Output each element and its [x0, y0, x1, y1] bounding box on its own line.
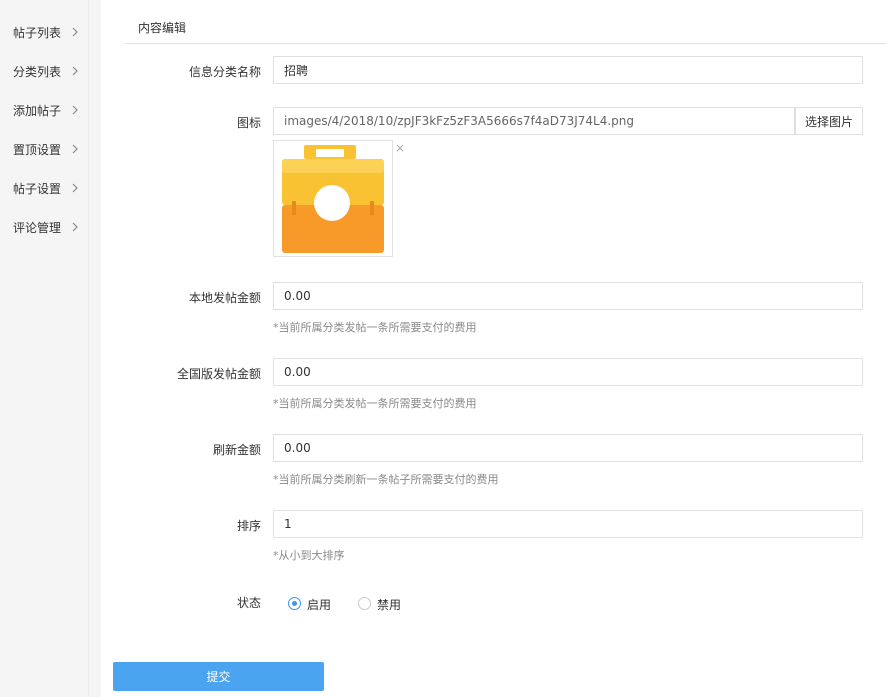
status-disabled-label[interactable]: 禁用	[377, 596, 401, 613]
local-fee-input[interactable]: 0.00	[273, 282, 863, 310]
sort-label: 排序	[236, 519, 261, 533]
status-disabled-radio[interactable]	[358, 597, 371, 610]
chevron-right-icon	[72, 183, 78, 193]
refresh-fee-label: 刷新金额	[212, 443, 261, 457]
name-label: 信息分类名称	[188, 65, 261, 79]
sidebar: 帖子列表 分类列表 添加帖子 置顶设置 帖子设置 评论管理	[0, 0, 89, 697]
national-fee-input[interactable]: 0.00	[273, 358, 863, 386]
sidebar-item-label: 置顶设置	[13, 143, 62, 157]
refresh-fee-input[interactable]: 0.00	[273, 434, 863, 462]
sidebar-item-comment-management[interactable]: 评论管理	[0, 208, 89, 247]
chevron-right-icon	[72, 27, 78, 37]
sidebar-item-add-post[interactable]: 添加帖子	[0, 91, 89, 130]
status-label: 状态	[236, 596, 261, 610]
status-enabled-label[interactable]: 启用	[307, 596, 331, 613]
sort-input[interactable]: 1	[273, 510, 863, 538]
sidebar-item-post-list[interactable]: 帖子列表	[0, 13, 89, 52]
chevron-right-icon	[72, 66, 78, 76]
icon-preview	[273, 140, 393, 257]
sidebar-item-label: 帖子设置	[13, 182, 62, 196]
main-panel: 内容编辑 信息分类名称 招聘 图标 images/4/2018/10/zpJF3…	[101, 0, 886, 697]
status-enabled-radio[interactable]	[288, 597, 301, 610]
page-title: 内容编辑	[138, 21, 187, 35]
chevron-right-icon	[72, 105, 78, 115]
sort-hint: *从小到大排序	[273, 549, 345, 562]
national-fee-hint: *当前所属分类发帖一条所需要支付的费用	[273, 397, 477, 410]
icon-path-input[interactable]: images/4/2018/10/zpJF3kFz5zF3A5666s7f4aD…	[273, 107, 795, 135]
remove-image-icon[interactable]: ×	[395, 141, 405, 155]
sidebar-item-label: 评论管理	[13, 221, 62, 235]
submit-button[interactable]: 提交	[113, 662, 324, 691]
local-fee-hint: *当前所属分类发帖一条所需要支付的费用	[273, 321, 477, 334]
sidebar-item-label: 添加帖子	[13, 104, 62, 118]
panel-header: 内容编辑	[125, 9, 886, 44]
local-fee-label: 本地发帖金额	[188, 291, 261, 305]
briefcase-icon	[282, 145, 384, 253]
national-fee-label: 全国版发帖金额	[176, 367, 261, 381]
chevron-right-icon	[72, 222, 78, 232]
refresh-fee-hint: *当前所属分类刷新一条帖子所需要支付的费用	[273, 473, 499, 486]
sidebar-item-pin-settings[interactable]: 置顶设置	[0, 130, 89, 169]
sidebar-item-label: 分类列表	[13, 65, 62, 79]
choose-image-button[interactable]: 选择图片	[795, 107, 863, 135]
sidebar-item-category-list[interactable]: 分类列表	[0, 52, 89, 91]
icon-label: 图标	[236, 116, 261, 130]
category-name-input[interactable]: 招聘	[273, 56, 863, 84]
chevron-right-icon	[72, 144, 78, 154]
sidebar-item-label: 帖子列表	[13, 26, 62, 40]
sidebar-item-post-settings[interactable]: 帖子设置	[0, 169, 89, 208]
